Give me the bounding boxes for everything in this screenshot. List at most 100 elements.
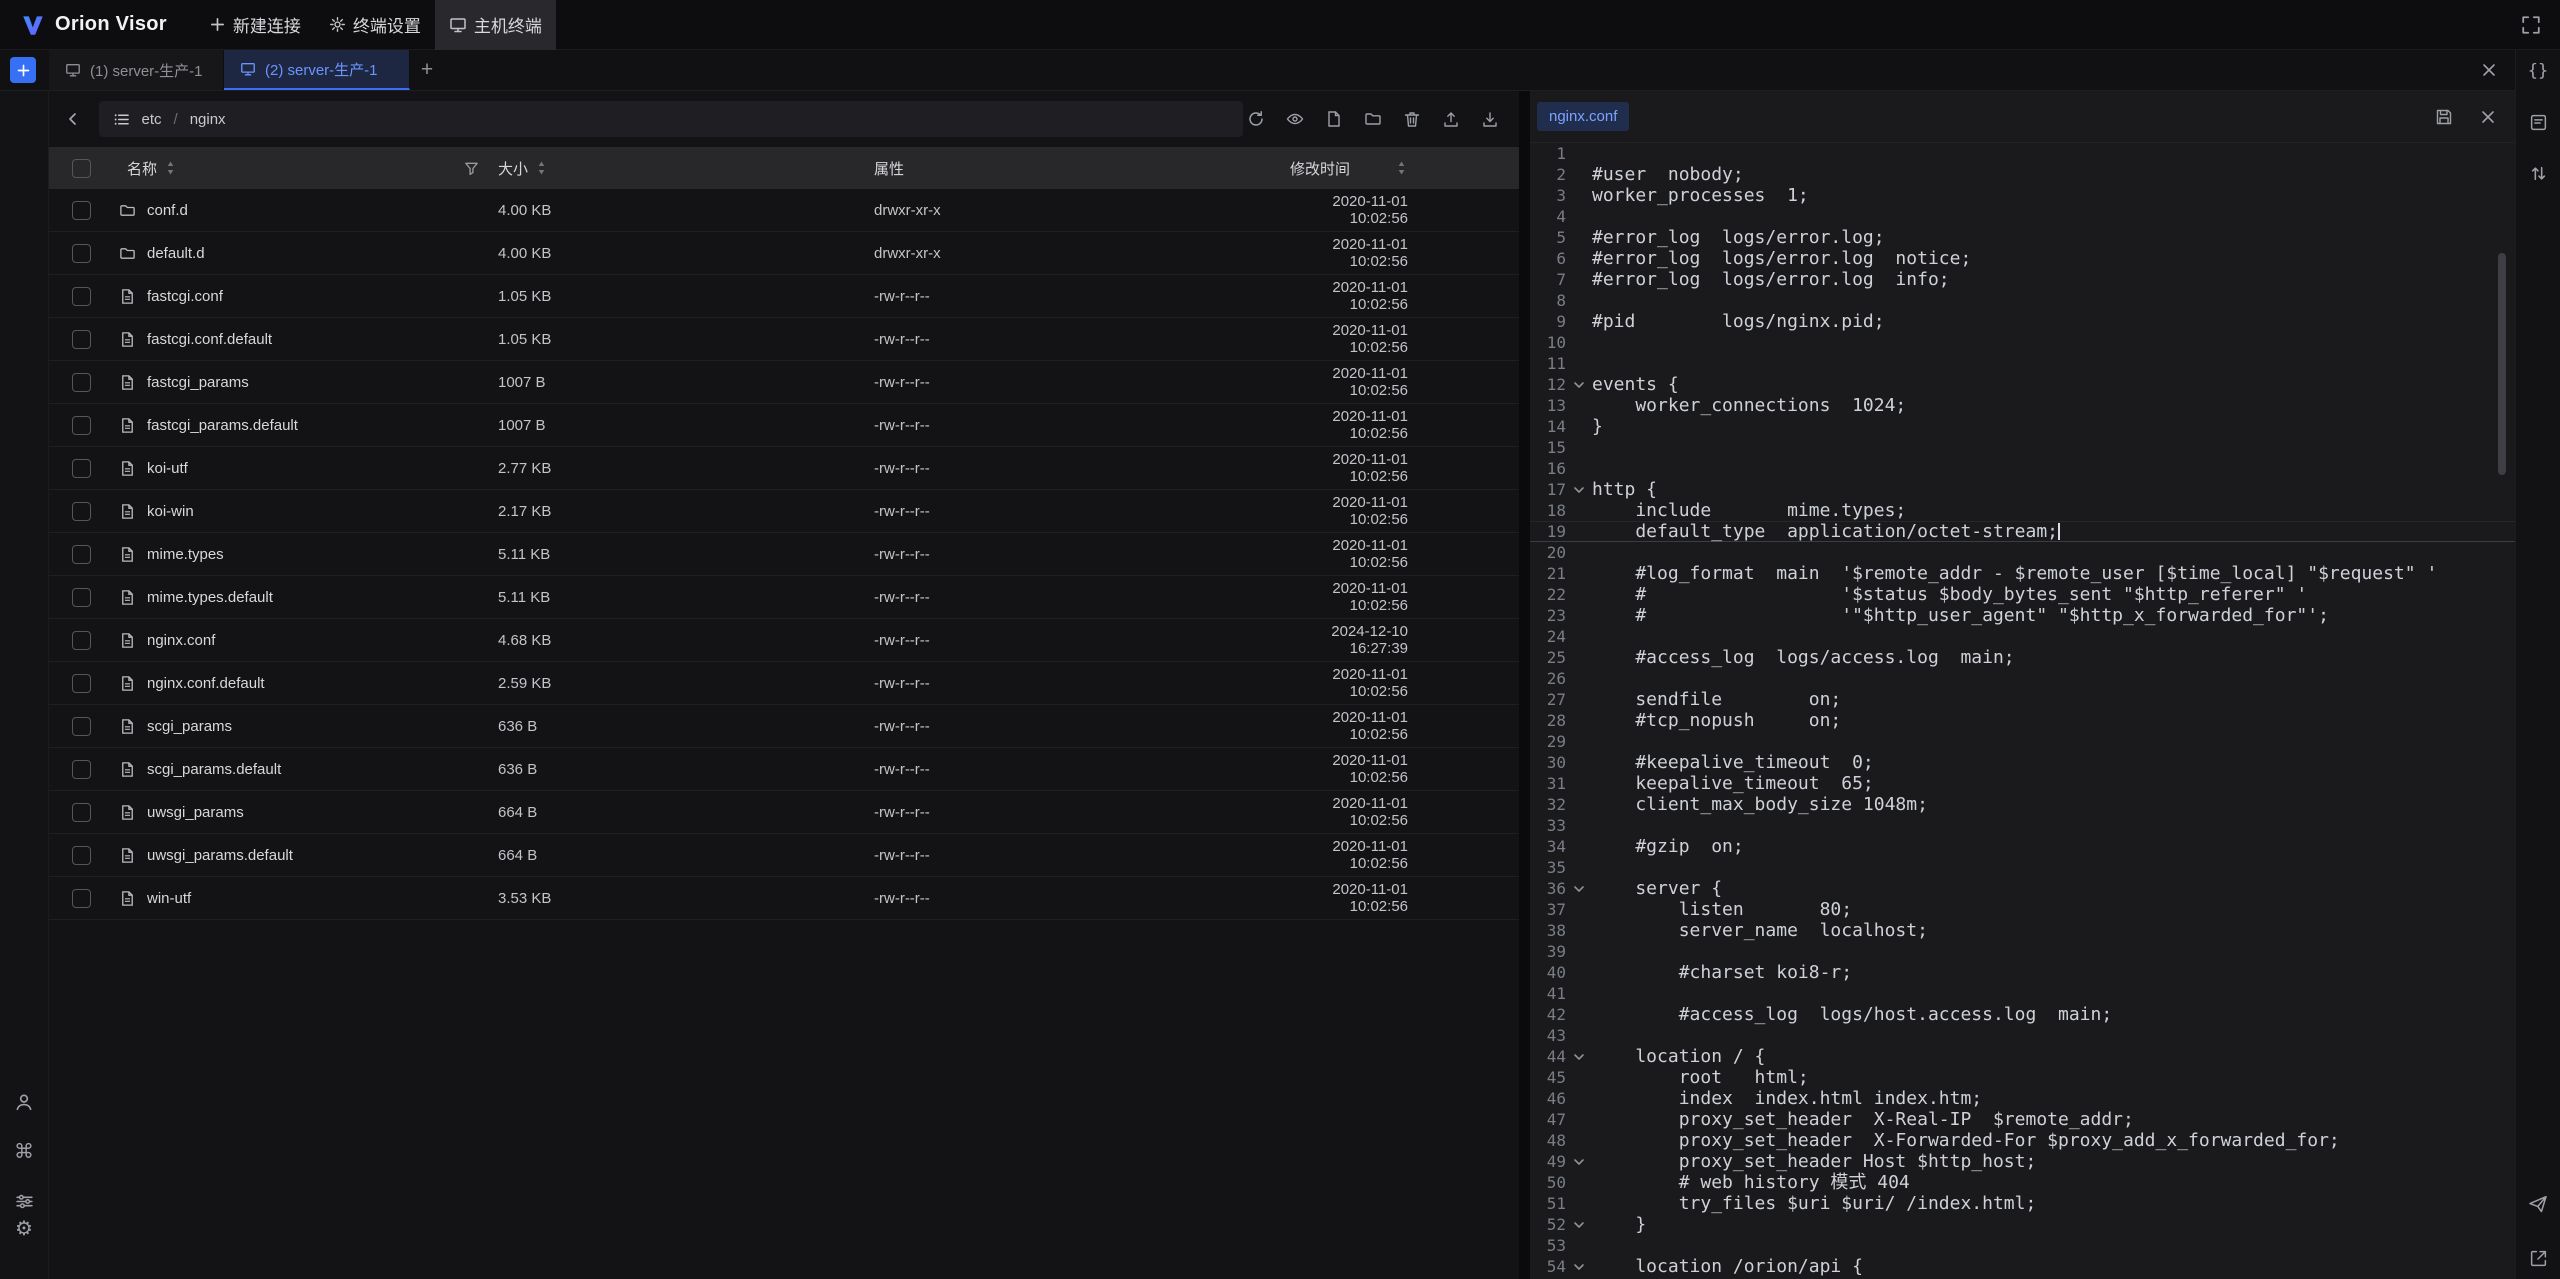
editor-line[interactable]: 36 server { (1530, 878, 2515, 899)
refresh-icon[interactable] (1243, 106, 1269, 132)
editor-line[interactable]: 25 #access_log logs/access.log main; (1530, 647, 2515, 668)
editor-line[interactable]: 3worker_processes 1; (1530, 185, 2515, 206)
file-row[interactable]: conf.d4.00 KBdrwxr-xr-x2020-11-01 10:02:… (49, 189, 1519, 232)
row-checkbox[interactable] (72, 373, 91, 392)
fold-toggle-icon[interactable] (1566, 1151, 1592, 1172)
row-checkbox[interactable] (72, 588, 91, 607)
editor-line[interactable]: 2#user nobody; (1530, 164, 2515, 185)
new-tab-button[interactable]: + (410, 50, 444, 90)
file-name[interactable]: fastcgi.conf.default (147, 331, 272, 348)
fold-toggle-icon[interactable] (1566, 878, 1592, 899)
editor-line[interactable]: 51 try_files $uri $uri/ /index.html; (1530, 1193, 2515, 1214)
file-name[interactable]: conf.d (147, 202, 188, 219)
brand[interactable]: Orion Visor (20, 12, 167, 38)
text-editor-icon[interactable] (2525, 109, 2551, 135)
editor-line[interactable]: 12events { (1530, 374, 2515, 395)
file-name[interactable]: mime.types.default (147, 589, 273, 606)
file-name[interactable]: fastcgi.conf (147, 288, 223, 305)
editor-line[interactable]: 49 proxy_set_header Host $http_host; (1530, 1151, 2515, 1172)
back-icon[interactable] (59, 104, 87, 134)
editor-line[interactable]: 47 proxy_set_header X-Real-IP $remote_ad… (1530, 1109, 2515, 1130)
tab-server-2[interactable]: (2) server-生产-1 (224, 50, 410, 90)
new-file-icon[interactable] (1321, 106, 1347, 132)
row-checkbox[interactable] (72, 416, 91, 435)
editor-line[interactable]: 6#error_log logs/error.log notice; (1530, 248, 2515, 269)
editor-line[interactable]: 40 #charset koi8-r; (1530, 962, 2515, 983)
editor-line[interactable]: 44 location / { (1530, 1046, 2515, 1067)
new-folder-icon[interactable] (1360, 106, 1386, 132)
send-plane-icon[interactable] (2525, 1191, 2551, 1217)
editor-line[interactable]: 11 (1530, 353, 2515, 374)
editor-line[interactable]: 27 sendfile on; (1530, 689, 2515, 710)
editor-line[interactable]: 48 proxy_set_header X-Forwarded-For $pro… (1530, 1130, 2515, 1151)
file-row[interactable]: win-utf3.53 KB-rw-r--r--2020-11-01 10:02… (49, 877, 1519, 920)
json-braces-icon[interactable]: {} (2525, 58, 2551, 84)
close-editor-icon[interactable] (2475, 104, 2501, 130)
editor-line[interactable]: 22 # '$status $body_bytes_sent "$http_re… (1530, 584, 2515, 605)
column-header-name[interactable]: 名称 (127, 158, 157, 179)
editor-line[interactable]: 31 keepalive_timeout 65; (1530, 773, 2515, 794)
column-header-attr[interactable]: 属性 (874, 158, 1290, 179)
editor-line[interactable]: 41 (1530, 983, 2515, 1004)
row-checkbox[interactable] (72, 244, 91, 263)
file-row[interactable]: koi-win2.17 KB-rw-r--r--2020-11-01 10:02… (49, 490, 1519, 533)
editor-line[interactable]: 1 (1530, 143, 2515, 164)
panel-splitter[interactable] (1519, 91, 1530, 1279)
file-row[interactable]: uwsgi_params.default664 B-rw-r--r--2020-… (49, 834, 1519, 877)
row-checkbox[interactable] (72, 502, 91, 521)
file-row[interactable]: mime.types.default5.11 KB-rw-r--r--2020-… (49, 576, 1519, 619)
fold-toggle-icon[interactable] (1566, 374, 1592, 395)
editor-line[interactable]: 53 (1530, 1235, 2515, 1256)
file-name[interactable]: uwsgi_params (147, 804, 244, 821)
editor-line[interactable]: 20 (1530, 542, 2515, 563)
sort-icon[interactable] (536, 160, 547, 176)
row-checkbox[interactable] (72, 545, 91, 564)
row-checkbox[interactable] (72, 846, 91, 865)
breadcrumb[interactable]: etc / nginx (99, 101, 1244, 137)
editor-line[interactable]: 32 client_max_body_size 1048m; (1530, 794, 2515, 815)
editor-line[interactable]: 4 (1530, 206, 2515, 227)
row-checkbox[interactable] (72, 201, 91, 220)
file-name[interactable]: scgi_params.default (147, 761, 281, 778)
editor-line[interactable]: 13 worker_connections 1024; (1530, 395, 2515, 416)
editor-line[interactable]: 37 listen 80; (1530, 899, 2515, 920)
fold-toggle-icon[interactable] (1566, 479, 1592, 500)
editor-line[interactable]: 29 (1530, 731, 2515, 752)
editor-line[interactable]: 46 index index.html index.htm; (1530, 1088, 2515, 1109)
file-name[interactable]: win-utf (147, 890, 191, 907)
file-row[interactable]: fastcgi_params1007 B-rw-r--r--2020-11-01… (49, 361, 1519, 404)
file-row[interactable]: mime.types5.11 KB-rw-r--r--2020-11-01 10… (49, 533, 1519, 576)
editor-line[interactable]: 18 include mime.types; (1530, 500, 2515, 521)
editor-file-tab[interactable]: nginx.conf (1537, 102, 1629, 131)
file-row[interactable]: scgi_params636 B-rw-r--r--2020-11-01 10:… (49, 705, 1519, 748)
editor-line[interactable]: 50 # web history 模式 404 (1530, 1172, 2515, 1193)
breadcrumb-segment[interactable]: etc (142, 111, 162, 128)
row-checkbox[interactable] (72, 330, 91, 349)
editor-line[interactable]: 33 (1530, 815, 2515, 836)
fold-toggle-icon[interactable] (1566, 1214, 1592, 1235)
row-checkbox[interactable] (72, 674, 91, 693)
file-row[interactable]: nginx.conf.default2.59 KB-rw-r--r--2020-… (49, 662, 1519, 705)
add-connection-button[interactable] (10, 57, 36, 83)
row-checkbox[interactable] (72, 287, 91, 306)
editor-line[interactable]: 38 server_name localhost; (1530, 920, 2515, 941)
row-checkbox[interactable] (72, 717, 91, 736)
editor-line[interactable]: 43 (1530, 1025, 2515, 1046)
editor-line[interactable]: 14} (1530, 416, 2515, 437)
editor-line[interactable]: 39 (1530, 941, 2515, 962)
transfer-arrows-icon[interactable] (2525, 160, 2551, 186)
filter-funnel-icon[interactable] (463, 160, 480, 177)
editor-line[interactable]: 10 (1530, 332, 2515, 353)
sliders-icon[interactable] (11, 1188, 37, 1214)
editor-line[interactable]: 34 #gzip on; (1530, 836, 2515, 857)
nav-terminal-settings[interactable]: 终端设置 (315, 0, 435, 50)
editor-line[interactable]: 19 default_type application/octet-stream… (1530, 521, 2515, 542)
editor-line[interactable]: 17http { (1530, 479, 2515, 500)
file-row[interactable]: koi-utf2.77 KB-rw-r--r--2020-11-01 10:02… (49, 447, 1519, 490)
editor-line[interactable]: 42 #access_log logs/host.access.log main… (1530, 1004, 2515, 1025)
editor-line[interactable]: 24 (1530, 626, 2515, 647)
settings-gear-icon[interactable]: ⚙ (11, 1216, 37, 1242)
file-row[interactable]: uwsgi_params664 B-rw-r--r--2020-11-01 10… (49, 791, 1519, 834)
column-header-mtime[interactable]: 修改时间 (1290, 158, 1350, 179)
fold-toggle-icon[interactable] (1566, 1046, 1592, 1067)
